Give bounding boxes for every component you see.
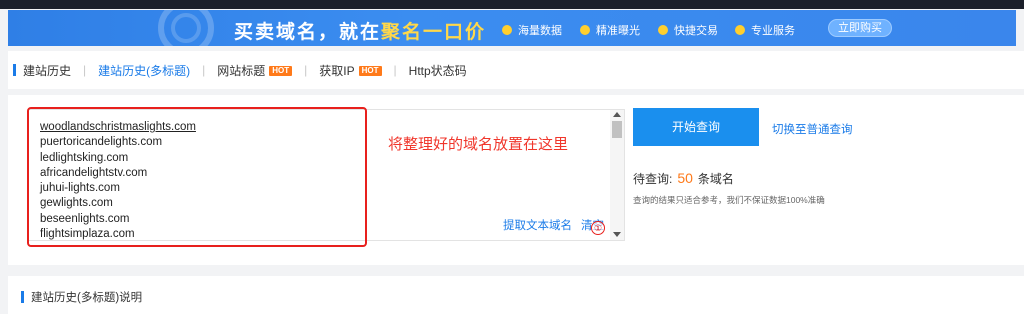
- description-card: [8, 276, 1024, 314]
- buy-now-button[interactable]: 立即购买: [828, 19, 892, 37]
- tab-site-history-multi-title[interactable]: 建站历史(多标题): [98, 62, 190, 79]
- feature-dot-icon: [658, 25, 668, 35]
- annotation-hint-text: 将整理好的域名放置在这里: [388, 136, 569, 153]
- tab-website-title-label: 网站标题: [217, 63, 266, 78]
- banner-slogan-highlight: 聚名一口价: [381, 22, 487, 43]
- tab-separator: |: [304, 63, 308, 77]
- tab-site-history[interactable]: 建站历史: [23, 62, 71, 79]
- feature-dot-icon: [502, 25, 512, 35]
- scroll-up-arrow-icon[interactable]: [613, 112, 621, 117]
- promo-banner[interactable]: 买卖域名，就在聚名一口价 海量数据 精准曝光 快捷交易 专业服务 立即购买: [8, 10, 1016, 46]
- description-accent-bar: [21, 291, 24, 303]
- description-heading: 建站历史(多标题)说明: [21, 289, 142, 305]
- tab-http-status[interactable]: Http状态码: [409, 62, 467, 79]
- tab-get-ip[interactable]: 获取IP HOT: [319, 62, 382, 79]
- pending-label: 待查询:: [633, 172, 673, 186]
- annotation-step-marker: ①: [591, 221, 605, 235]
- banner-slogan-prefix: 买卖域名，就在: [234, 22, 382, 43]
- pending-count-number: 50: [677, 170, 693, 186]
- banner-feature: 专业服务: [735, 22, 795, 38]
- feature-dot-icon: [735, 25, 745, 35]
- banner-feature: 海量数据: [502, 22, 562, 38]
- disclaimer-text: 查询的结果只适合参考，我们不保证数据100%准确: [633, 195, 825, 205]
- scroll-thumb[interactable]: [612, 121, 622, 138]
- tool-tabs: 建站历史 | 建站历史(多标题) | 网站标题 HOT | 获取IP HOT | H…: [13, 62, 467, 79]
- banner-logo-inner-ring-icon: [171, 13, 201, 43]
- tab-get-ip-label: 获取IP: [319, 63, 355, 78]
- banner-feature-label: 精准曝光: [596, 25, 640, 37]
- banner-feature-label: 快捷交易: [674, 25, 718, 37]
- annotation-highlight-box: [27, 107, 367, 247]
- banner-feature: 精准曝光: [580, 22, 640, 38]
- feature-dot-icon: [580, 25, 590, 35]
- pending-count: 待查询: 50 条域名: [633, 170, 734, 187]
- banner-slogan: 买卖域名，就在聚名一口价: [234, 17, 486, 44]
- hot-badge: HOT: [269, 66, 293, 77]
- top-dark-bar: [0, 0, 1024, 9]
- tab-separator: |: [202, 63, 206, 77]
- scroll-down-arrow-icon[interactable]: [613, 232, 621, 237]
- banner-feature-label: 海量数据: [518, 25, 562, 37]
- hot-badge: HOT: [358, 66, 382, 77]
- banner-feature: 快捷交易: [658, 22, 718, 38]
- extract-text-domains-link[interactable]: 提取文本域名: [503, 217, 572, 233]
- switch-to-normal-query-link[interactable]: 切换至普通查询: [772, 121, 853, 137]
- description-title: 建站历史(多标题)说明: [31, 292, 143, 304]
- tab-separator: |: [83, 63, 87, 77]
- tabs-accent-bar: [13, 64, 16, 76]
- pending-unit: 条域名: [697, 172, 734, 186]
- tab-website-title[interactable]: 网站标题 HOT: [217, 62, 293, 79]
- tab-separator: |: [393, 63, 397, 77]
- start-query-button[interactable]: 开始查询: [633, 108, 759, 146]
- banner-feature-label: 专业服务: [751, 25, 795, 37]
